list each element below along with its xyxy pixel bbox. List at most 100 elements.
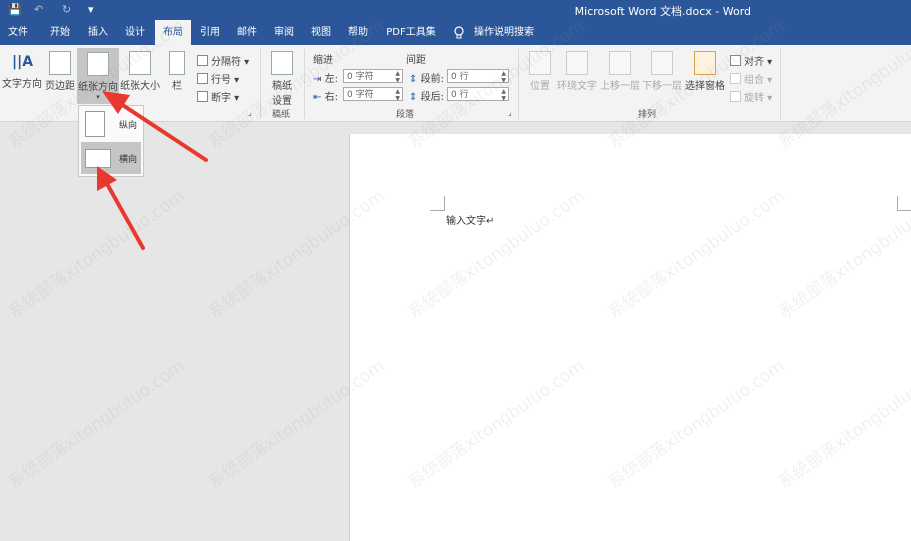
bring-forward-button[interactable]: 上移一层 — [599, 51, 641, 92]
divider — [304, 49, 305, 119]
landscape-label: 横向 — [119, 155, 138, 165]
landscape-page-icon — [85, 149, 111, 168]
tab-help[interactable]: 帮助 — [341, 20, 375, 45]
page-setup-launcher-icon[interactable]: ⌟ — [248, 108, 252, 117]
margins-button[interactable]: 页边距 — [44, 51, 76, 92]
customize-icon[interactable]: ▾ — [88, 3, 94, 16]
tab-references[interactable]: 引用 — [193, 20, 227, 45]
spacing-header: 间距 — [406, 55, 426, 66]
align-button[interactable]: 对齐 ▾ — [730, 53, 772, 68]
document-body-text[interactable]: 输入文字↵ — [446, 212, 494, 227]
spinner-icon[interactable]: ▲ ▼ — [501, 70, 506, 84]
space-before-label: ⇕ 段前: — [409, 74, 444, 85]
portrait-page-icon — [85, 111, 105, 137]
tab-review[interactable]: 审阅 — [267, 20, 301, 45]
divider — [780, 49, 781, 119]
position-icon — [529, 51, 551, 75]
spinner-icon[interactable]: ▲ ▼ — [395, 70, 400, 84]
line-numbers-icon — [197, 73, 208, 84]
rotate-button[interactable]: 旋转 ▾ — [730, 89, 772, 104]
orientation-label: 纸张方向 — [78, 82, 118, 93]
align-icon — [730, 55, 741, 66]
bring-forward-icon — [609, 51, 631, 75]
spinner-icon[interactable]: ▲ ▼ — [501, 88, 506, 102]
position-label: 位置 — [530, 81, 550, 92]
margins-label: 页边距 — [45, 81, 75, 92]
orientation-landscape-option[interactable]: 横向 — [81, 142, 141, 174]
paragraph-launcher-icon[interactable]: ⌟ — [508, 108, 512, 117]
indent-left-icon: ⇥ — [313, 74, 322, 85]
manuscript-icon — [271, 51, 293, 75]
send-backward-button[interactable]: 下移一层 — [641, 51, 683, 92]
selection-pane-label: 选择窗格 — [685, 81, 725, 92]
space-after-label: ⇕ 段后: — [409, 92, 444, 103]
manuscript-setup-button[interactable]: 稿纸 设置 — [266, 51, 298, 107]
bring-forward-label: 上移一层 — [600, 81, 640, 92]
tab-design[interactable]: 设计 — [118, 20, 152, 45]
chevron-down-icon: ▾ — [96, 93, 100, 101]
arrange-group-label: 排列 — [638, 110, 657, 120]
group-icon — [730, 73, 741, 84]
redo-icon[interactable]: ↻ — [62, 3, 71, 16]
tab-insert[interactable]: 插入 — [81, 20, 115, 45]
portrait-label: 纵向 — [119, 121, 138, 131]
wrap-text-label: 环绕文字 — [557, 81, 597, 92]
spinner-icon[interactable]: ▲ ▼ — [395, 88, 400, 102]
breaks-label: 分隔符 — [211, 57, 241, 68]
align-label: 对齐 — [744, 57, 764, 68]
breaks-button[interactable]: 分隔符 ▾ — [197, 53, 249, 68]
selection-pane-button[interactable]: 选择窗格 — [684, 51, 726, 92]
line-numbers-button[interactable]: 行号 ▾ — [197, 71, 239, 86]
breaks-icon — [197, 55, 208, 66]
columns-icon — [169, 51, 185, 75]
text-direction-label: 文字方向 — [2, 79, 42, 90]
manuscript-setup-label-2: 设置 — [272, 96, 292, 107]
ribbon-tabs: 文件 开始 插入 设计 布局 引用 邮件 审阅 视图 帮助 PDF工具集 操作说… — [0, 20, 911, 45]
manuscript-setup-label: 稿纸 — [272, 81, 292, 92]
window-title: Microsoft Word 文档.docx - Word — [574, 5, 751, 18]
text-direction-icon: ||A — [12, 54, 34, 70]
columns-button[interactable]: 栏 — [166, 51, 188, 92]
hyphenation-icon — [197, 91, 208, 102]
orientation-dropdown: 纵向 横向 — [78, 105, 144, 177]
size-button[interactable]: 纸张大小 — [120, 51, 160, 92]
orientation-portrait-option[interactable]: 纵向 — [81, 108, 141, 140]
lightbulb-icon — [452, 20, 466, 45]
wrap-text-button[interactable]: 环绕文字 — [556, 51, 598, 92]
group-button[interactable]: 组合 ▾ — [730, 71, 772, 86]
hyphenation-label: 断字 — [211, 93, 231, 104]
indent-right-input[interactable]: 0 字符 ▲ ▼ — [343, 87, 403, 102]
tab-file[interactable]: 文件 — [3, 20, 33, 45]
orientation-button[interactable]: 纸张方向 ▾ — [77, 48, 119, 104]
space-after-icon: ⇕ — [409, 92, 418, 103]
arrow-to-landscape-option — [97, 166, 145, 250]
tab-pdf-tools[interactable]: PDF工具集 — [381, 20, 441, 45]
indent-left-label: ⇥ 左: — [313, 74, 338, 85]
tab-view[interactable]: 视图 — [304, 20, 338, 45]
size-label: 纸张大小 — [120, 81, 160, 92]
indent-left-input[interactable]: 0 字符 ▲ ▼ — [343, 69, 403, 84]
tab-layout[interactable]: 布局 — [155, 20, 191, 45]
position-button[interactable]: 位置 — [526, 51, 554, 92]
undo-icon[interactable]: ↶ — [34, 3, 43, 16]
divider — [518, 49, 519, 119]
indent-header: 缩进 — [313, 55, 333, 66]
rotate-label: 旋转 — [744, 93, 764, 104]
line-numbers-label: 行号 — [211, 75, 231, 86]
space-after-input[interactable]: 0 行 ▲ ▼ — [447, 87, 509, 102]
tab-home[interactable]: 开始 — [43, 20, 77, 45]
watermark-text: 系统部落xitongbuluo.com — [4, 356, 189, 494]
selection-pane-icon — [694, 51, 716, 75]
send-backward-icon — [651, 51, 673, 75]
text-direction-button[interactable]: ||A 文字方向 — [2, 51, 42, 90]
tab-mailings[interactable]: 邮件 — [230, 20, 264, 45]
tell-me-search[interactable]: 操作说明搜索 — [472, 20, 536, 45]
title-bar: 💾 ↶ ↻ ▾ Microsoft Word 文档.docx - Word — [0, 0, 911, 20]
space-before-input[interactable]: 0 行 ▲ ▼ — [447, 69, 509, 84]
divider — [260, 49, 261, 119]
document-page[interactable]: 输入文字↵ — [349, 134, 911, 541]
margins-icon — [49, 51, 71, 75]
hyphenation-button[interactable]: 断字 ▾ — [197, 89, 239, 104]
save-icon[interactable]: 💾 — [8, 3, 22, 16]
size-icon — [129, 51, 151, 75]
